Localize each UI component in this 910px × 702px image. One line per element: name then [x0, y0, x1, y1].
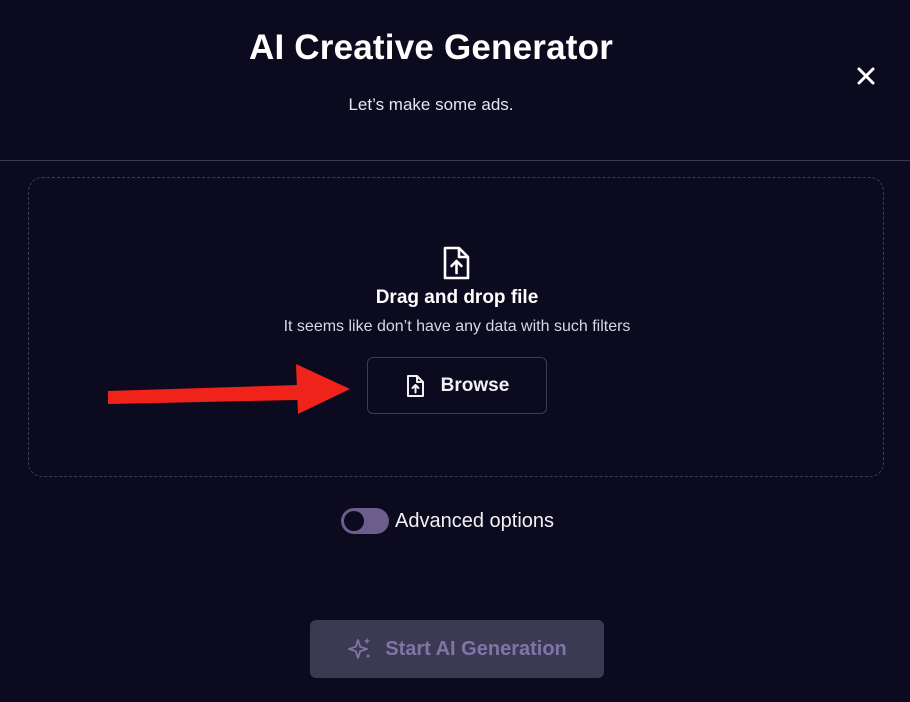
ai-creative-generator-modal: AI Creative Generator Let’s make some ad…: [0, 0, 910, 702]
red-arrow-annotation: [108, 364, 350, 414]
header-divider: [0, 160, 910, 161]
close-icon[interactable]: [853, 63, 879, 89]
advanced-options-row: Advanced options: [341, 506, 554, 536]
file-upload-icon: [443, 246, 470, 280]
page-subtitle: Let’s make some ads.: [348, 95, 514, 114]
page-title: AI Creative Generator: [248, 28, 614, 67]
advanced-options-toggle[interactable]: [341, 508, 389, 534]
advanced-options-label: Advanced options: [395, 509, 555, 532]
browse-button[interactable]: Browse: [367, 357, 547, 414]
browse-button-label: Browse: [440, 374, 510, 396]
dropzone-title: Drag and drop file: [375, 287, 539, 308]
toggle-knob: [344, 511, 364, 531]
dropzone-description: It seems like don’t have any data with s…: [283, 318, 631, 335]
start-ai-generation-button[interactable]: Start AI Generation: [310, 620, 604, 678]
sparkles-icon: [348, 637, 371, 659]
file-upload-icon: [406, 374, 424, 397]
start-ai-generation-label: Start AI Generation: [385, 637, 567, 660]
